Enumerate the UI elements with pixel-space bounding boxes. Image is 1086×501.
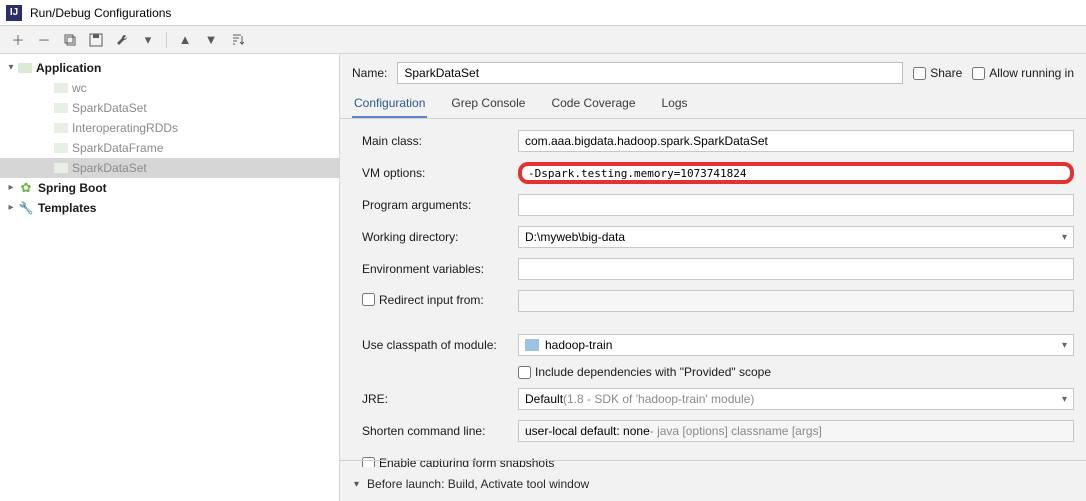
- add-icon[interactable]: ＋: [8, 30, 28, 50]
- run-config-icon: [54, 103, 68, 113]
- tree-label: wc: [72, 78, 87, 98]
- tab-code-coverage[interactable]: Code Coverage: [549, 90, 637, 118]
- tree-item-templates[interactable]: ▸ 🔧 Templates: [0, 198, 339, 218]
- include-deps-label: Include dependencies with "Provided" sco…: [535, 365, 771, 379]
- toolbar-separator: [166, 32, 167, 48]
- tree-item-application[interactable]: ▾ Application: [0, 58, 339, 78]
- tree-label: Templates: [38, 198, 96, 218]
- run-config-icon: [54, 163, 68, 173]
- share-checkbox[interactable]: Share: [913, 66, 962, 80]
- tree-item-wc[interactable]: wc: [0, 78, 339, 98]
- working-directory-input[interactable]: D:\myweb\big-data ▾: [518, 226, 1074, 248]
- tree-label: Spring Boot: [38, 178, 107, 198]
- before-launch-label: Before launch: Build, Activate tool wind…: [367, 477, 589, 491]
- enable-capture-checkbox[interactable]: Enable capturing form snapshots: [362, 456, 554, 467]
- tree-item-sparkdataframe[interactable]: SparkDataFrame: [0, 138, 339, 158]
- main-class-input[interactable]: com.aaa.bigdata.hadoop.spark.SparkDataSe…: [518, 130, 1074, 152]
- tree-item-interoperatingrdds[interactable]: InteroperatingRDDs: [0, 118, 339, 138]
- redirect-input-label: Redirect input from:: [379, 293, 484, 307]
- main-panel: Name: Share Allow running in Configurati…: [340, 54, 1086, 501]
- allow-running-label: Allow running in: [989, 66, 1074, 80]
- tree-item-sparkdataset-1[interactable]: SparkDataSet: [0, 98, 339, 118]
- dropdown-icon[interactable]: ▾: [138, 30, 158, 50]
- module-icon: [525, 339, 539, 351]
- use-classpath-select[interactable]: hadoop-train ▾: [518, 334, 1074, 356]
- tab-configuration[interactable]: Configuration: [352, 90, 427, 118]
- tab-logs[interactable]: Logs: [660, 90, 690, 118]
- sort-icon[interactable]: [227, 30, 247, 50]
- tree-label: Application: [36, 58, 101, 78]
- jre-select[interactable]: Default (1.8 - SDK of 'hadoop-train' mod…: [518, 388, 1074, 410]
- allow-running-checkbox[interactable]: Allow running in: [972, 66, 1074, 80]
- include-deps-checkbox[interactable]: Include dependencies with "Provided" sco…: [518, 365, 771, 379]
- share-label: Share: [930, 66, 962, 80]
- wrench-icon[interactable]: [112, 30, 132, 50]
- window-title: Run/Debug Configurations: [30, 6, 171, 20]
- environment-variables-label: Environment variables:: [362, 262, 518, 276]
- environment-variables-input[interactable]: [518, 258, 1074, 280]
- vm-options-label: VM options:: [362, 166, 518, 180]
- run-config-icon: [54, 83, 68, 93]
- tree-label: SparkDataSet: [72, 98, 147, 118]
- use-classpath-label: Use classpath of module:: [362, 338, 518, 352]
- config-tree: ▾ Application wc: [0, 54, 340, 501]
- titlebar: IJ Run/Debug Configurations: [0, 0, 1086, 26]
- working-directory-label: Working directory:: [362, 230, 518, 244]
- chevron-down-icon: ▾: [1062, 394, 1067, 405]
- chevron-down-icon: ▾: [354, 479, 359, 490]
- tree-item-sparkdataset-2[interactable]: SparkDataSet: [0, 158, 339, 178]
- program-arguments-input[interactable]: [518, 194, 1074, 216]
- enable-capture-label: Enable capturing form snapshots: [379, 456, 554, 467]
- chevron-down-icon: ▾: [1062, 340, 1067, 351]
- tree-label: SparkDataSet: [72, 158, 147, 178]
- tabs: Configuration Grep Console Code Coverage…: [340, 90, 1086, 119]
- shorten-cmd-label: Shorten command line:: [362, 424, 518, 438]
- main-class-label: Main class:: [362, 134, 518, 148]
- redirect-input-input[interactable]: [518, 290, 1074, 312]
- application-icon: [18, 63, 32, 73]
- sidebar-toolbar: ＋ － ▾ ▲ ▼: [0, 26, 1086, 54]
- chevron-right-icon: ▸: [4, 178, 18, 198]
- wrench-icon: 🔧: [18, 200, 34, 216]
- run-config-icon: [54, 123, 68, 133]
- app-icon: IJ: [6, 5, 22, 21]
- tree-item-spring-boot[interactable]: ▸ ✿ Spring Boot: [0, 178, 339, 198]
- chevron-right-icon: ▸: [4, 198, 18, 218]
- tab-grep-console[interactable]: Grep Console: [449, 90, 527, 118]
- divider: [340, 460, 1086, 461]
- down-icon[interactable]: ▼: [201, 30, 221, 50]
- redirect-input-checkbox[interactable]: Redirect input from:: [362, 293, 484, 307]
- save-icon[interactable]: [86, 30, 106, 50]
- program-arguments-label: Program arguments:: [362, 198, 518, 212]
- name-label: Name:: [352, 66, 387, 80]
- remove-icon[interactable]: －: [34, 30, 54, 50]
- spring-icon: ✿: [18, 180, 34, 196]
- before-launch-section[interactable]: ▾ Before launch: Build, Activate tool wi…: [340, 467, 1086, 501]
- name-input[interactable]: [397, 62, 903, 84]
- tree-label: SparkDataFrame: [72, 138, 163, 158]
- copy-icon[interactable]: [60, 30, 80, 50]
- shorten-cmd-select[interactable]: user-local default: none - java [options…: [518, 420, 1074, 442]
- run-config-icon: [54, 143, 68, 153]
- jre-label: JRE:: [362, 392, 518, 406]
- vm-options-input[interactable]: -Dspark.testing.memory=1073741824: [518, 162, 1074, 184]
- tree-label: InteroperatingRDDs: [72, 118, 178, 138]
- chevron-down-icon: ▾: [4, 58, 18, 78]
- chevron-down-icon: ▾: [1062, 232, 1067, 243]
- up-icon[interactable]: ▲: [175, 30, 195, 50]
